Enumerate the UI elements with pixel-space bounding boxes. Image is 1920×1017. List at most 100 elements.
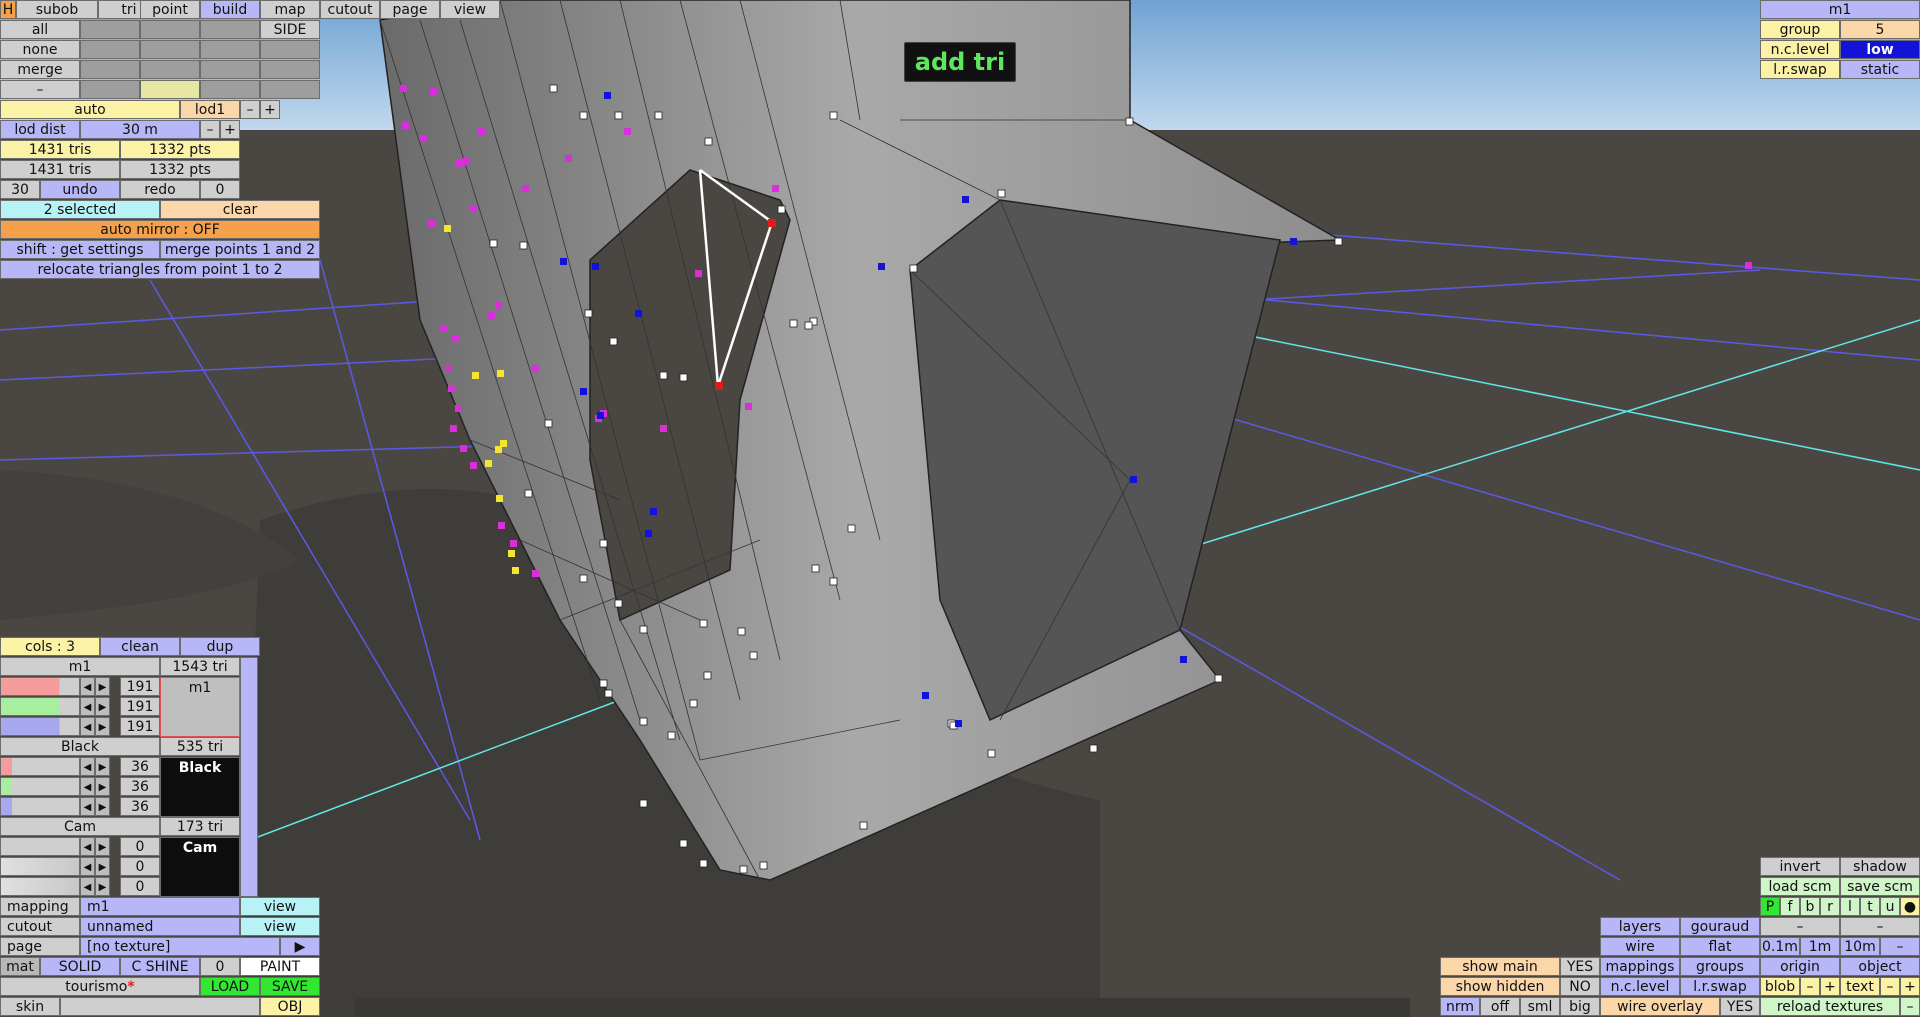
grid-1m-button[interactable]: 1m [1800,937,1840,956]
select-slot-active[interactable] [140,80,200,99]
select-slot[interactable] [80,20,140,39]
c-shine-button[interactable]: C SHINE [120,957,200,976]
left-arrow-icon[interactable]: ◀ [80,717,95,736]
file-name[interactable]: tourismo* [0,977,200,996]
left-arrow-icon[interactable]: ◀ [80,837,95,856]
material-name[interactable]: Black [0,737,160,756]
select-slot[interactable] [80,80,140,99]
left-arrow-icon[interactable]: ◀ [80,677,95,696]
blue-value[interactable]: 191 [120,717,160,736]
green-value[interactable]: 36 [120,777,160,796]
select-slot[interactable] [140,40,200,59]
lod-plus-button[interactable]: + [260,100,280,119]
left-arrow-icon[interactable]: ◀ [80,757,95,776]
reload-minus-button[interactable]: – [1900,997,1920,1016]
view-r-button[interactable]: r [1820,897,1840,916]
mappings-button[interactable]: mappings [1600,957,1680,976]
green-slider[interactable] [0,697,80,716]
invert-button[interactable]: invert [1760,857,1840,876]
text-plus-button[interactable]: + [1900,977,1920,996]
select-slot[interactable] [200,60,260,79]
blue-value[interactable]: 0 [120,877,160,896]
clear-button[interactable]: clear [160,200,320,219]
green-slider[interactable] [0,777,80,796]
groups-button[interactable]: groups [1680,957,1760,976]
tab-subob[interactable]: subob [16,0,98,19]
show-hidden-button[interactable]: show hidden [1440,977,1560,996]
select-slot[interactable] [140,20,200,39]
right-arrow-icon[interactable]: ▶ [95,697,110,716]
cutout-view-button[interactable]: view [240,917,320,936]
dup-button[interactable]: dup [180,637,260,656]
red-value[interactable]: 36 [120,757,160,776]
material-swatch[interactable]: m1 [160,677,240,737]
gouraud-button[interactable]: gouraud [1680,917,1760,936]
right-arrow-icon[interactable]: ▶ [95,837,110,856]
page-next-arrow-icon[interactable]: ▶ [280,937,320,956]
3d-viewport[interactable] [0,0,1920,1017]
grid-10m-button[interactable]: 10m [1840,937,1880,956]
material-swatch[interactable]: Cam [160,837,240,897]
left-arrow-icon[interactable]: ◀ [80,777,95,796]
materials-scrollbar[interactable] [240,657,258,897]
material-swatch[interactable]: Black [160,757,240,817]
page-value[interactable]: [no texture] [80,937,280,956]
blob-button[interactable]: blob [1760,977,1800,996]
minus-button[interactable]: – [0,80,80,99]
off-button[interactable]: off [1480,997,1520,1016]
lod-minus-button[interactable]: – [240,100,260,119]
blob-plus-button[interactable]: + [1820,977,1840,996]
dash-button[interactable]: – [1840,917,1920,936]
right-arrow-icon[interactable]: ▶ [95,857,110,876]
green-value[interactable]: 191 [120,697,160,716]
h-button[interactable]: H [0,0,16,19]
undo-button[interactable]: undo [40,180,120,199]
save-button[interactable]: SAVE [260,977,320,996]
select-slot[interactable] [140,60,200,79]
lod-name[interactable]: lod1 [180,100,240,119]
blue-value[interactable]: 36 [120,797,160,816]
left-arrow-icon[interactable]: ◀ [80,877,95,896]
right-arrow-icon[interactable]: ▶ [95,877,110,896]
select-slot[interactable] [260,40,320,59]
green-value[interactable]: 0 [120,857,160,876]
load-button[interactable]: LOAD [200,977,260,996]
left-arrow-icon[interactable]: ◀ [80,797,95,816]
right-arrow-icon[interactable]: ▶ [95,777,110,796]
merge-button[interactable]: merge [0,60,80,79]
dot-icon[interactable]: ● [1900,897,1920,916]
sml-button[interactable]: sml [1520,997,1560,1016]
lrswap-value[interactable]: static [1840,60,1920,79]
mapping-value[interactable]: m1 [80,897,240,916]
layers-button[interactable]: layers [1600,917,1680,936]
select-slot[interactable] [80,40,140,59]
text-minus-button[interactable]: – [1880,977,1900,996]
auto-lod-button[interactable]: auto [0,100,180,119]
left-arrow-icon[interactable]: ◀ [80,857,95,876]
text-button[interactable]: text [1840,977,1880,996]
select-slot[interactable] [200,40,260,59]
lod-dist-plus-button[interactable]: + [220,120,240,139]
red-slider[interactable] [0,757,80,776]
lrswap-button[interactable]: l.r.swap [1680,977,1760,996]
view-u-button[interactable]: u [1880,897,1900,916]
auto-mirror-toggle[interactable]: auto mirror : OFF [0,220,320,239]
skin-field[interactable] [60,997,260,1016]
select-slot[interactable] [260,60,320,79]
right-arrow-icon[interactable]: ▶ [95,797,110,816]
red-value[interactable]: 191 [120,677,160,696]
grid-0.1m-button[interactable]: 0.1m [1760,937,1800,956]
tab-map[interactable]: map [260,0,320,19]
red-slider[interactable] [0,837,80,856]
red-slider[interactable] [0,677,80,696]
material-name[interactable]: Cam [0,817,160,836]
view-l-button[interactable]: l [1840,897,1860,916]
object-button[interactable]: object [1840,957,1920,976]
right-arrow-icon[interactable]: ▶ [95,677,110,696]
redo-button[interactable]: redo [120,180,200,199]
view-t-button[interactable]: t [1860,897,1880,916]
view-f-button[interactable]: f [1780,897,1800,916]
solid-button[interactable]: SOLID [40,957,120,976]
tab-build[interactable]: build [200,0,260,19]
reload-textures-button[interactable]: reload textures [1760,997,1900,1016]
